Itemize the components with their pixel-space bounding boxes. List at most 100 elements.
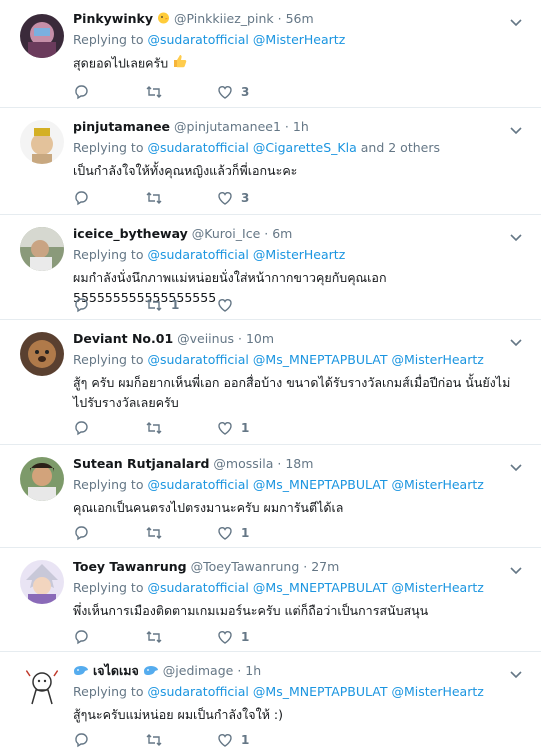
chevron-down-icon[interactable]	[509, 563, 523, 577]
mention-link[interactable]: @Ms_MNEPTAPBULAT	[253, 684, 388, 699]
mention-link[interactable]: @MisterHeartz	[253, 247, 345, 262]
display-name[interactable]: Toey Tawanrung	[73, 559, 187, 574]
like-count: 1	[241, 630, 250, 644]
chevron-down-icon[interactable]	[509, 15, 523, 29]
display-name[interactable]: Pinkywinky	[73, 11, 153, 26]
tweet[interactable]: iceice_bytheway @Kuroi_Ice · 6m Replying…	[0, 215, 541, 320]
retweet-button[interactable]	[145, 84, 217, 100]
like-button[interactable]: 1	[217, 732, 289, 748]
chevron-down-icon[interactable]	[509, 230, 523, 244]
mention-link[interactable]: @sudaratofficial	[147, 352, 248, 367]
chevron-down-icon[interactable]	[509, 667, 523, 681]
tweet[interactable]: pinjutamanee @pinjutamanee1 · 1h Replyin…	[0, 108, 541, 215]
retweet-icon	[146, 192, 162, 204]
mention-link[interactable]: @CigaretteS_Kla	[253, 140, 357, 155]
mention-link[interactable]: @MisterHeartz	[391, 580, 483, 595]
chevron-down-icon[interactable]	[509, 335, 523, 349]
reply-button[interactable]	[73, 420, 145, 436]
avatar[interactable]	[20, 560, 64, 604]
display-name[interactable]: Deviant No.01	[73, 331, 173, 346]
mention-link[interactable]: @sudaratofficial	[147, 684, 248, 699]
tweet[interactable]: Sutean Rutjanalard @mossila · 18m Replyi…	[0, 445, 541, 548]
separator: ·	[284, 119, 289, 134]
display-name[interactable]: iceice_bytheway	[73, 226, 188, 241]
mention-link[interactable]: @MisterHeartz	[391, 477, 483, 492]
timestamp[interactable]: 10m	[246, 331, 274, 346]
reply-others[interactable]: and 2 others	[361, 140, 440, 155]
handle[interactable]: @jedimage	[163, 663, 234, 678]
like-button[interactable]: 1	[217, 525, 289, 541]
reply-button[interactable]	[73, 84, 145, 100]
timestamp[interactable]: 18m	[285, 456, 313, 471]
mention-link[interactable]: @sudaratofficial	[147, 580, 248, 595]
replying-to-label: Replying to	[73, 352, 144, 367]
timestamp[interactable]: 1h	[245, 663, 261, 678]
tweet[interactable]: Pinkywinky @Pinkkiiez_pink · 56m Replyin…	[0, 0, 541, 108]
timestamp[interactable]: 56m	[286, 11, 314, 26]
tweet[interactable]: Deviant No.01 @veiinus · 10m Replying to…	[0, 320, 541, 445]
mention-link[interactable]: @MisterHeartz	[391, 684, 483, 699]
reply-icon	[75, 630, 88, 645]
mention-link[interactable]: @Ms_MNEPTAPBULAT	[253, 580, 388, 595]
tweet[interactable]: เจไดเมจ @jedimage · 1h Replying to @suda…	[0, 652, 541, 751]
reply-button[interactable]	[73, 629, 145, 645]
like-button[interactable]: 1	[217, 420, 289, 436]
retweet-button[interactable]	[145, 629, 217, 645]
mention-link[interactable]: @sudaratofficial	[147, 32, 248, 47]
avatar[interactable]	[20, 14, 64, 58]
display-name[interactable]: pinjutamanee	[73, 119, 170, 134]
avatar[interactable]	[20, 332, 64, 376]
display-name[interactable]: เจไดเมจ	[93, 663, 139, 678]
retweet-button[interactable]	[145, 420, 217, 436]
timestamp[interactable]: 6m	[272, 226, 292, 241]
reply-button[interactable]	[73, 297, 145, 313]
mention-link[interactable]: @sudaratofficial	[147, 477, 248, 492]
chick-icon	[157, 11, 174, 26]
retweet-button[interactable]	[145, 525, 217, 541]
reply-feed: Pinkywinky @Pinkkiiez_pink · 56m Replyin…	[0, 0, 541, 751]
like-button[interactable]	[217, 297, 289, 313]
display-name[interactable]: Sutean Rutjanalard	[73, 456, 209, 471]
retweet-button[interactable]	[145, 732, 217, 748]
replying-to: Replying to @sudaratofficial @Ms_MNEPTAP…	[73, 476, 511, 494]
tweet[interactable]: Toey Tawanrung @ToeyTawanrung · 27m Repl…	[0, 548, 541, 652]
avatar[interactable]	[20, 227, 64, 271]
mention-link[interactable]: @MisterHeartz	[253, 32, 345, 47]
handle[interactable]: @Kuroi_Ice	[192, 226, 260, 241]
avatar[interactable]	[20, 457, 64, 501]
chevron-down-icon[interactable]	[509, 460, 523, 474]
like-button[interactable]: 3	[217, 190, 289, 206]
mention-link[interactable]: @sudaratofficial	[147, 247, 248, 262]
avatar[interactable]	[20, 664, 64, 708]
like-count: 3	[241, 85, 250, 99]
handle[interactable]: @pinjutamanee1	[174, 119, 281, 134]
timestamp[interactable]: 27m	[311, 559, 339, 574]
replying-to: Replying to @sudaratofficial @CigaretteS…	[73, 139, 511, 157]
retweet-icon	[146, 299, 162, 311]
handle[interactable]: @mossila	[213, 456, 273, 471]
reply-button[interactable]	[73, 525, 145, 541]
like-button[interactable]: 3	[217, 84, 289, 100]
heart-icon	[218, 631, 232, 644]
heart-icon	[218, 299, 232, 312]
handle[interactable]: @Pinkkiiez_pink	[174, 11, 274, 26]
like-button[interactable]: 1	[217, 629, 289, 645]
replying-to-label: Replying to	[73, 580, 144, 595]
thumbs-up-icon	[172, 53, 188, 75]
retweet-button[interactable]: 1	[145, 297, 217, 313]
chevron-down-icon[interactable]	[509, 123, 523, 137]
reply-button[interactable]	[73, 732, 145, 748]
mention-link[interactable]: @sudaratofficial	[147, 140, 248, 155]
like-count: 1	[241, 421, 250, 435]
mention-link[interactable]: @Ms_MNEPTAPBULAT	[253, 352, 388, 367]
reply-icon	[75, 421, 88, 436]
mention-link[interactable]: @MisterHeartz	[391, 352, 483, 367]
avatar[interactable]	[20, 120, 64, 164]
tweet-text: สู้ๆ ครับ ผมก็อยากเห็นพี่เอก ออกสื่อบ้าง…	[73, 375, 511, 410]
handle[interactable]: @ToeyTawanrung	[191, 559, 300, 574]
retweet-button[interactable]	[145, 190, 217, 206]
mention-link[interactable]: @Ms_MNEPTAPBULAT	[253, 477, 388, 492]
reply-button[interactable]	[73, 190, 145, 206]
handle[interactable]: @veiinus	[177, 331, 234, 346]
timestamp[interactable]: 1h	[293, 119, 309, 134]
